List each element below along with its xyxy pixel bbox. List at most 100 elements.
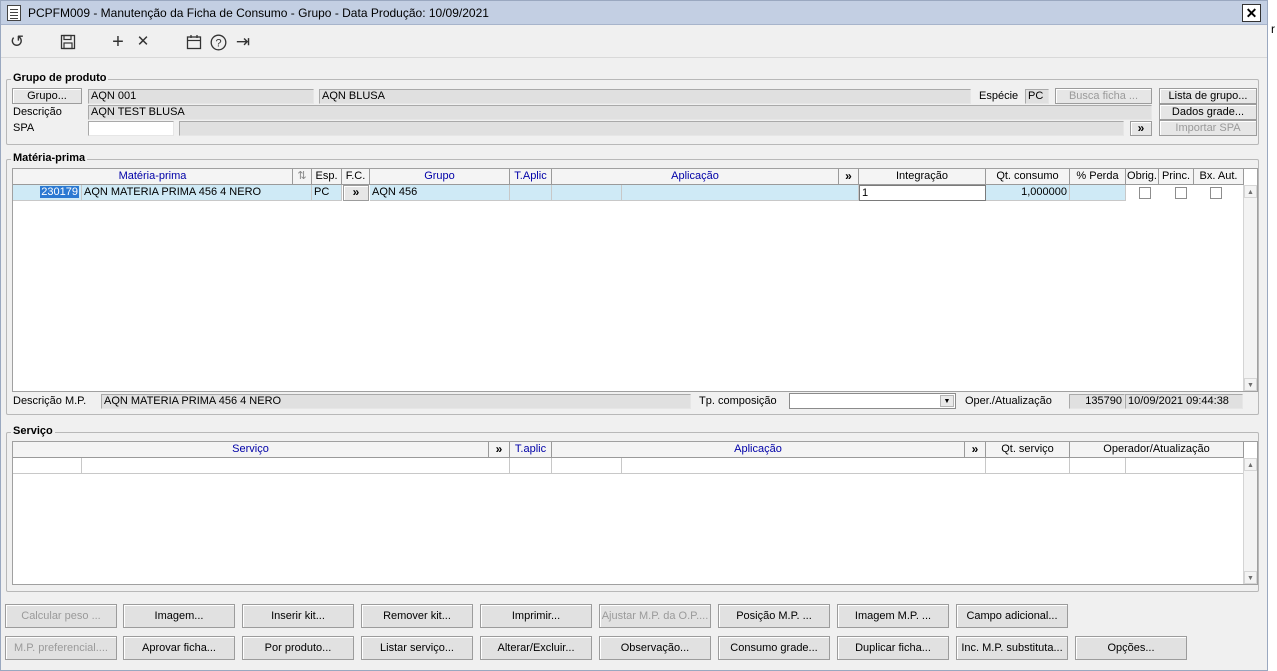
duplicar-ficha-button[interactable]: Duplicar ficha... [837, 636, 949, 660]
row-integracao-input[interactable]: 1 [859, 185, 986, 201]
col-qt-servico[interactable]: Qt. serviço [986, 442, 1070, 458]
col-esp[interactable]: Esp. [312, 169, 342, 185]
especie-field: PC [1025, 89, 1049, 104]
spa-more-button[interactable]: » [1130, 121, 1152, 136]
servico-scroll-down-icon[interactable]: ▼ [1244, 571, 1257, 584]
servico-row-name[interactable] [82, 458, 510, 474]
observacao-button[interactable]: Observação... [599, 636, 711, 660]
dados-grade-button[interactable]: Dados grade... [1159, 104, 1257, 120]
servico-scroll-up-icon[interactable]: ▲ [1244, 458, 1257, 471]
aprovar-ficha-button[interactable]: Aprovar ficha... [123, 636, 235, 660]
row-perda[interactable] [1070, 185, 1126, 201]
materia-prima-scrollbar[interactable]: ▲ ▼ [1243, 185, 1257, 391]
col-integracao[interactable]: Integração [859, 169, 986, 185]
row-princ-checkbox[interactable] [1175, 187, 1187, 199]
row-code[interactable]: 230179 [13, 185, 82, 201]
col-aplicacao[interactable]: Aplicação [552, 169, 839, 185]
calendar-icon[interactable] [184, 32, 204, 52]
save-icon[interactable] [58, 32, 78, 52]
col-perda[interactable]: % Perda [1070, 169, 1126, 185]
col-qt-consumo[interactable]: Qt. consumo [986, 169, 1070, 185]
ajustar-mp-button[interactable]: Ajustar M.P. da O.P.... [599, 604, 711, 628]
row-aplicacao[interactable] [622, 185, 859, 201]
spa-label: SPA [13, 122, 35, 134]
delete-icon[interactable]: ✕ [133, 32, 153, 52]
imagem-mp-button[interactable]: Imagem M.P. ... [837, 604, 949, 628]
row-fc-button[interactable]: » [343, 185, 369, 201]
opcoes-button[interactable]: Opções... [1075, 636, 1187, 660]
servico-title: Serviço [11, 425, 55, 437]
servico-row-code[interactable] [13, 458, 82, 474]
mp-preferencial-button[interactable]: M.P. preferencial.... [5, 636, 117, 660]
tp-composicao-select[interactable]: ▼ [789, 393, 956, 409]
background-text: r [1271, 22, 1275, 36]
materia-prima-title: Matéria-prima [11, 152, 88, 164]
campo-adicional-button[interactable]: Campo adicional... [956, 604, 1068, 628]
servico-row-aplic-code[interactable] [552, 458, 622, 474]
col-taplic[interactable]: T.Aplic [510, 169, 552, 185]
spa-description-field [179, 121, 1124, 136]
row-aplicacao-code[interactable] [552, 185, 622, 201]
consumo-grade-button[interactable]: Consumo grade... [718, 636, 830, 660]
col-servico[interactable]: Serviço [13, 442, 489, 458]
scroll-up-icon[interactable]: ▲ [1244, 185, 1257, 198]
servico-scrollbar[interactable]: ▲ ▼ [1243, 458, 1257, 584]
col-materia-prima[interactable]: Matéria-prima [13, 169, 293, 185]
descricao-mp-label: Descrição M.P. [13, 395, 87, 407]
col-servico-aplicacao[interactable]: Aplicação [552, 442, 965, 458]
lista-grupo-button[interactable]: Lista de grupo... [1159, 88, 1257, 104]
app-document-icon [7, 5, 21, 21]
imagem-button[interactable]: Imagem... [123, 604, 235, 628]
calcular-peso-button[interactable]: Calcular peso ... [5, 604, 117, 628]
especie-label: Espécie [979, 90, 1019, 102]
spa-input[interactable] [88, 121, 174, 136]
grupo-button[interactable]: Grupo... [12, 88, 82, 104]
close-button[interactable]: ✕ [1242, 4, 1261, 22]
row-bx-aut-checkbox[interactable] [1210, 187, 1222, 199]
add-icon[interactable]: + [108, 32, 128, 52]
oper-code-field: 135790 [1069, 394, 1125, 409]
row-taplic[interactable] [510, 185, 552, 201]
window-title: PCPFM009 - Manutenção da Ficha de Consum… [28, 6, 489, 20]
grupo-code-field[interactable]: AQN 001 [88, 89, 314, 104]
toolbar: ↺ + ✕ ? ⇥ [1, 26, 1267, 58]
row-obrig-checkbox[interactable] [1139, 187, 1151, 199]
servico-row-qt[interactable] [986, 458, 1070, 474]
posicao-mp-button[interactable]: Posição M.P. ... [718, 604, 830, 628]
row-name[interactable]: AQN MATERIA PRIMA 456 4 NERO [82, 185, 312, 201]
servico-row-oper-date[interactable] [1126, 458, 1244, 474]
col-grupo[interactable]: Grupo [370, 169, 510, 185]
remover-kit-button[interactable]: Remover kit... [361, 604, 473, 628]
sort-icon[interactable]: ⇅ [293, 169, 312, 185]
descricao-label: Descrição [13, 106, 62, 118]
col-fc[interactable]: F.C. [342, 169, 370, 185]
col-operador[interactable]: Operador/Atualização [1070, 442, 1244, 458]
listar-servico-button[interactable]: Listar serviço... [361, 636, 473, 660]
servico-row-oper-code[interactable] [1070, 458, 1126, 474]
imprimir-button[interactable]: Imprimir... [480, 604, 592, 628]
inc-mp-substituta-button[interactable]: Inc. M.P. substituta... [956, 636, 1068, 660]
servico-aplicacao-more-button[interactable]: » [965, 442, 986, 458]
alterar-excluir-button[interactable]: Alterar/Excluir... [480, 636, 592, 660]
col-princ[interactable]: Princ. [1159, 169, 1194, 185]
col-bx-aut[interactable]: Bx. Aut. [1194, 169, 1244, 185]
servico-more-button[interactable]: » [489, 442, 510, 458]
aplicacao-more-button[interactable]: » [839, 169, 859, 185]
inserir-kit-button[interactable]: Inserir kit... [242, 604, 354, 628]
help-icon[interactable]: ? [208, 32, 228, 52]
col-obrig[interactable]: Obrig. [1126, 169, 1159, 185]
exit-icon[interactable]: ⇥ [233, 32, 253, 52]
servico-row-taplic[interactable] [510, 458, 552, 474]
importar-spa-button[interactable]: Importar SPA [1159, 120, 1257, 136]
servico-row-aplicacao[interactable] [622, 458, 986, 474]
row-esp[interactable]: PC [312, 185, 342, 201]
svg-text:?: ? [215, 38, 221, 50]
refresh-icon[interactable]: ↺ [7, 32, 27, 52]
row-qt-consumo[interactable]: 1,000000 [986, 185, 1070, 201]
scroll-down-icon[interactable]: ▼ [1244, 378, 1257, 391]
row-grupo[interactable]: AQN 456 [370, 185, 510, 201]
por-produto-button[interactable]: Por produto... [242, 636, 354, 660]
busca-ficha-button[interactable]: Busca ficha ... [1055, 88, 1152, 104]
col-servico-taplic[interactable]: T.aplic [510, 442, 552, 458]
chevron-down-icon[interactable]: ▼ [940, 395, 954, 407]
